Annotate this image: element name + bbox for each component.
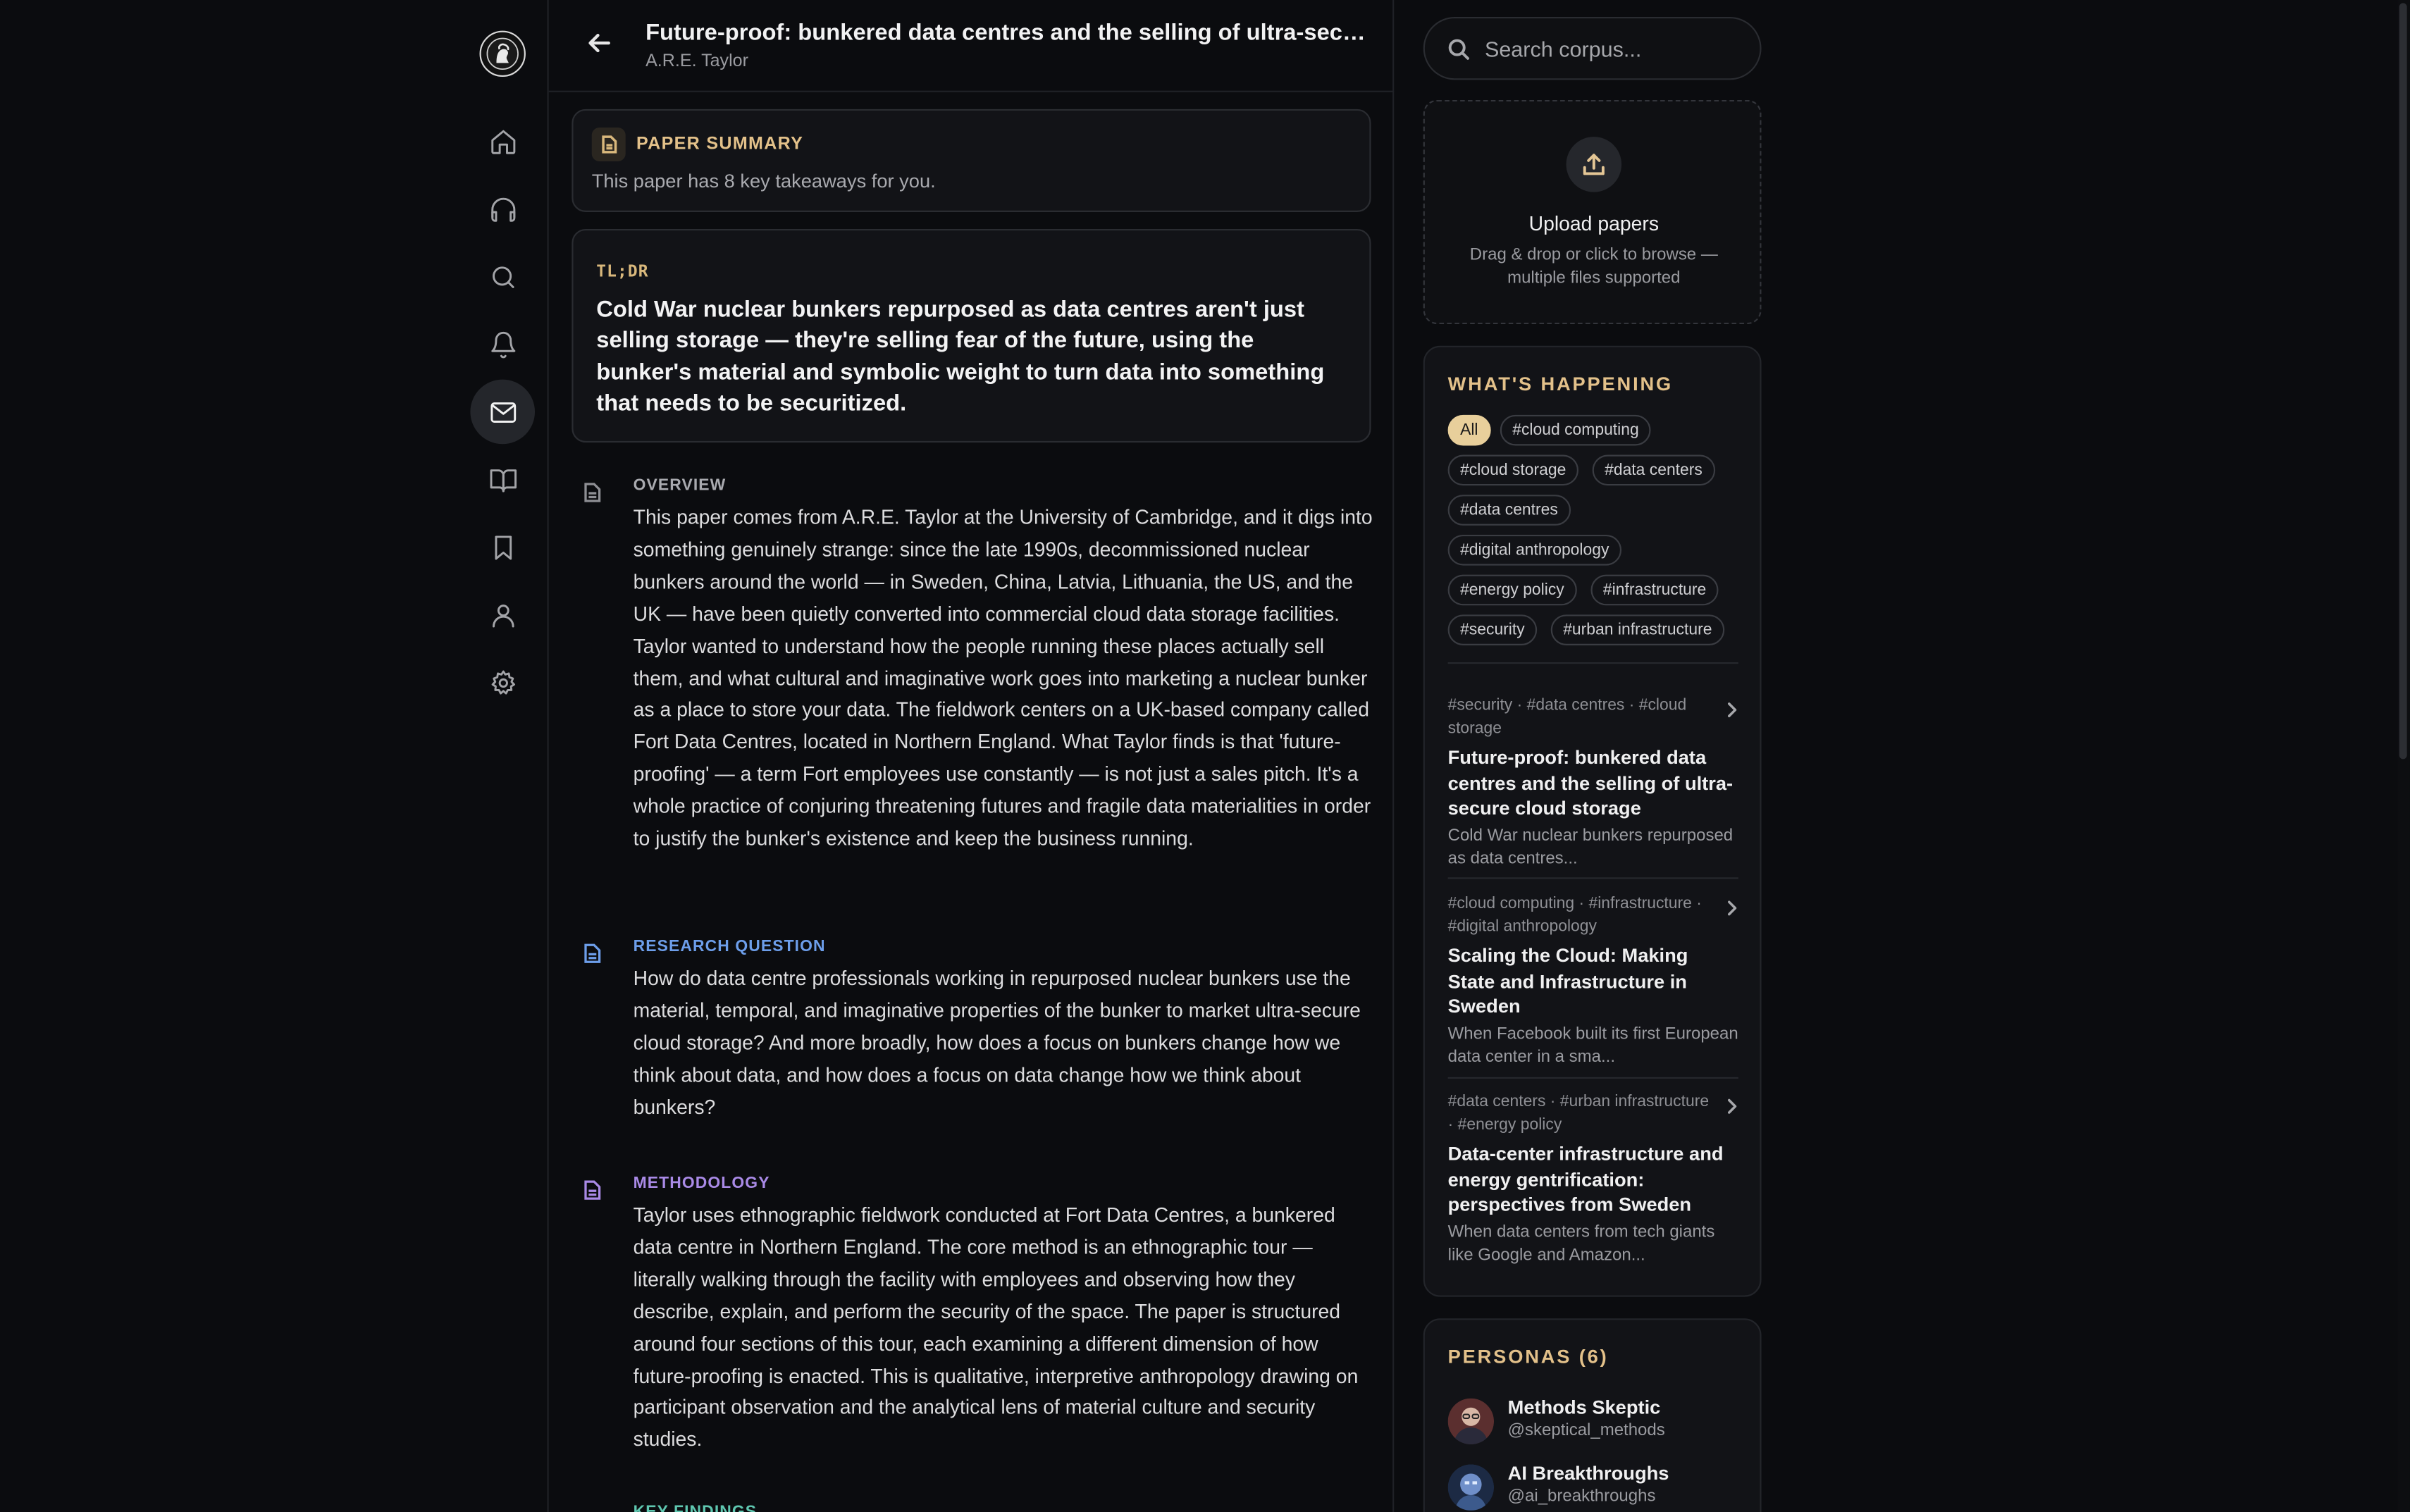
persona-item[interactable]: AI Breakthroughs @ai_breakthroughs <box>1447 1463 1755 1512</box>
chip-data-centers[interactable]: #data centers <box>1592 454 1715 486</box>
overview-body: This paper comes from A.R.E. Taylor at t… <box>633 505 1373 850</box>
bell-icon <box>490 330 515 358</box>
chip-cloud-computing[interactable]: #cloud computing <box>1500 414 1652 446</box>
paper-detail: Future-proof: bunkered data centres and … <box>548 0 1395 1512</box>
chip-cloud-storage[interactable]: #cloud storage <box>1447 454 1578 486</box>
overview-label: OVERVIEW <box>633 476 727 495</box>
paper-header: Future-proof: bunkered data centres and … <box>548 0 1395 92</box>
research-question-body: How do data centre professionals working… <box>633 966 1361 1118</box>
book-open-icon <box>489 469 516 492</box>
key-findings-label: KEY FINDINGS <box>633 1502 758 1512</box>
divider <box>1447 1077 1738 1079</box>
home-icon <box>490 129 515 154</box>
paper-author[interactable]: A.R.E. Taylor <box>645 52 748 70</box>
persona-handle: @skeptical_methods <box>1507 1421 1665 1440</box>
feed-item-desc: Cold War nuclear bunkers repurposed as d… <box>1447 826 1734 868</box>
feed-item-desc: When Facebook built its first European d… <box>1447 1024 1738 1066</box>
chevron-right-icon <box>1724 698 1740 718</box>
right-sidebar: Search corpus... Upload papers Drag & dr… <box>1394 0 2410 1512</box>
feed-item-desc: When data centers from tech giants like … <box>1447 1222 1715 1264</box>
nav-profile[interactable] <box>470 583 535 647</box>
persona-name: Methods Skeptic <box>1507 1396 1661 1418</box>
nav-search[interactable] <box>470 244 535 309</box>
document-icon <box>584 943 606 968</box>
chip-infrastructure[interactable]: #infrastructure <box>1590 574 1719 606</box>
search-icon <box>491 266 514 287</box>
paper-title: Future-proof: bunkered data centres and … <box>645 20 1376 47</box>
avatar <box>1447 1464 1495 1511</box>
methodology-body: Taylor uses ethnographic fieldwork condu… <box>633 1203 1359 1451</box>
persona-handle: @ai_breakthroughs <box>1507 1487 1656 1506</box>
whats-happening-title: WHAT'S HAPPENING <box>1447 373 1674 395</box>
tldr-text: Cold War nuclear bunkers repurposed as d… <box>596 296 1325 416</box>
paper-summary-card: PAPER SUMMARY This paper has 8 key takea… <box>571 109 1371 212</box>
upload-title: Upload papers <box>1528 211 1660 235</box>
gear-icon <box>490 669 514 694</box>
upload-subtitle: Drag & drop or click to browse — multipl… <box>1469 245 1718 287</box>
mail-icon <box>490 402 516 422</box>
avatar <box>1447 1398 1495 1445</box>
chip-security[interactable]: #security <box>1447 614 1538 645</box>
divider <box>1447 877 1738 879</box>
tldr-card: TL;DR Cold War nuclear bunkers repurpose… <box>571 228 1371 443</box>
chevron-right-icon <box>1724 1094 1740 1114</box>
nav-library[interactable] <box>470 447 535 512</box>
chip-data-centres[interactable]: #data centres <box>1447 495 1571 526</box>
scrollbar[interactable] <box>2397 0 2410 1512</box>
document-icon <box>591 128 626 161</box>
portrait-logo[interactable] <box>479 30 526 78</box>
personas-panel: PERSONAS (6) Methods Skeptic @skeptical_… <box>1423 1318 1762 1512</box>
feed-item[interactable]: #data centers · #urban infrastructure · … <box>1448 1091 1740 1267</box>
search-input[interactable]: Search corpus... <box>1423 16 1762 80</box>
upload-icon <box>1566 137 1622 192</box>
nav-settings[interactable] <box>470 650 535 715</box>
whats-happening-panel: WHAT'S HAPPENING All #cloud computing #c… <box>1423 345 1762 1297</box>
personas-title: PERSONAS (6) <box>1447 1346 1609 1368</box>
feed-item-title: Future-proof: bunkered data centres and … <box>1447 746 1734 819</box>
feed-item[interactable]: #security · #data centres · #cloud stora… <box>1448 695 1740 871</box>
feed-item-title: Scaling the Cloud: Making State and Infr… <box>1447 945 1688 1017</box>
bookmark-icon <box>494 535 512 559</box>
scrollbar-thumb[interactable] <box>2399 3 2407 760</box>
user-icon <box>491 604 514 627</box>
document-icon <box>584 1180 606 1205</box>
chip-energy-policy[interactable]: #energy policy <box>1447 574 1577 606</box>
nav-audio[interactable] <box>470 177 535 242</box>
feed-item-tags: #security · #data centres · #cloud stora… <box>1447 695 1687 738</box>
back-button[interactable] <box>583 26 617 60</box>
headphones-icon <box>490 197 515 221</box>
upload-dropzone[interactable]: Upload papers Drag & drop or click to br… <box>1423 99 1762 325</box>
feed-item-title: Data-center infrastructure and energy ge… <box>1447 1143 1724 1216</box>
feed-item[interactable]: #cloud computing · #infrastructure · #di… <box>1448 893 1740 1069</box>
research-question-label: RESEARCH QUESTION <box>633 937 826 956</box>
chip-digital-anthropology[interactable]: #digital anthropology <box>1447 534 1621 566</box>
nav-messages[interactable] <box>470 379 536 445</box>
nav-home[interactable] <box>470 109 535 174</box>
portrait-logo-icon <box>486 37 519 70</box>
persona-name: AI Breakthroughs <box>1507 1463 1669 1485</box>
document-icon <box>584 483 606 507</box>
chevron-right-icon <box>1724 896 1740 916</box>
nav-bookmarks[interactable] <box>470 515 535 580</box>
persona-item[interactable]: Methods Skeptic @skeptical_methods <box>1447 1396 1755 1452</box>
search-icon <box>1448 39 1469 60</box>
methodology-label: METHODOLOGY <box>633 1174 770 1193</box>
sidebar-nav <box>0 0 549 1512</box>
chip-all[interactable]: All <box>1447 414 1490 446</box>
nav-notifications[interactable] <box>470 312 535 377</box>
feed-item-tags: #cloud computing · #infrastructure · #di… <box>1447 894 1702 936</box>
chip-urban-infrastructure[interactable]: #urban infrastructure <box>1550 614 1724 645</box>
arrow-left-icon <box>588 33 610 53</box>
search-placeholder: Search corpus... <box>1484 37 1642 62</box>
summary-label: PAPER SUMMARY <box>636 135 804 154</box>
summary-subtitle: This paper has 8 key takeaways for you. <box>591 171 936 192</box>
divider <box>1447 662 1738 664</box>
feed-item-tags: #data centers · #urban infrastructure · … <box>1447 1092 1710 1134</box>
tldr-label: TL;DR <box>596 262 649 282</box>
